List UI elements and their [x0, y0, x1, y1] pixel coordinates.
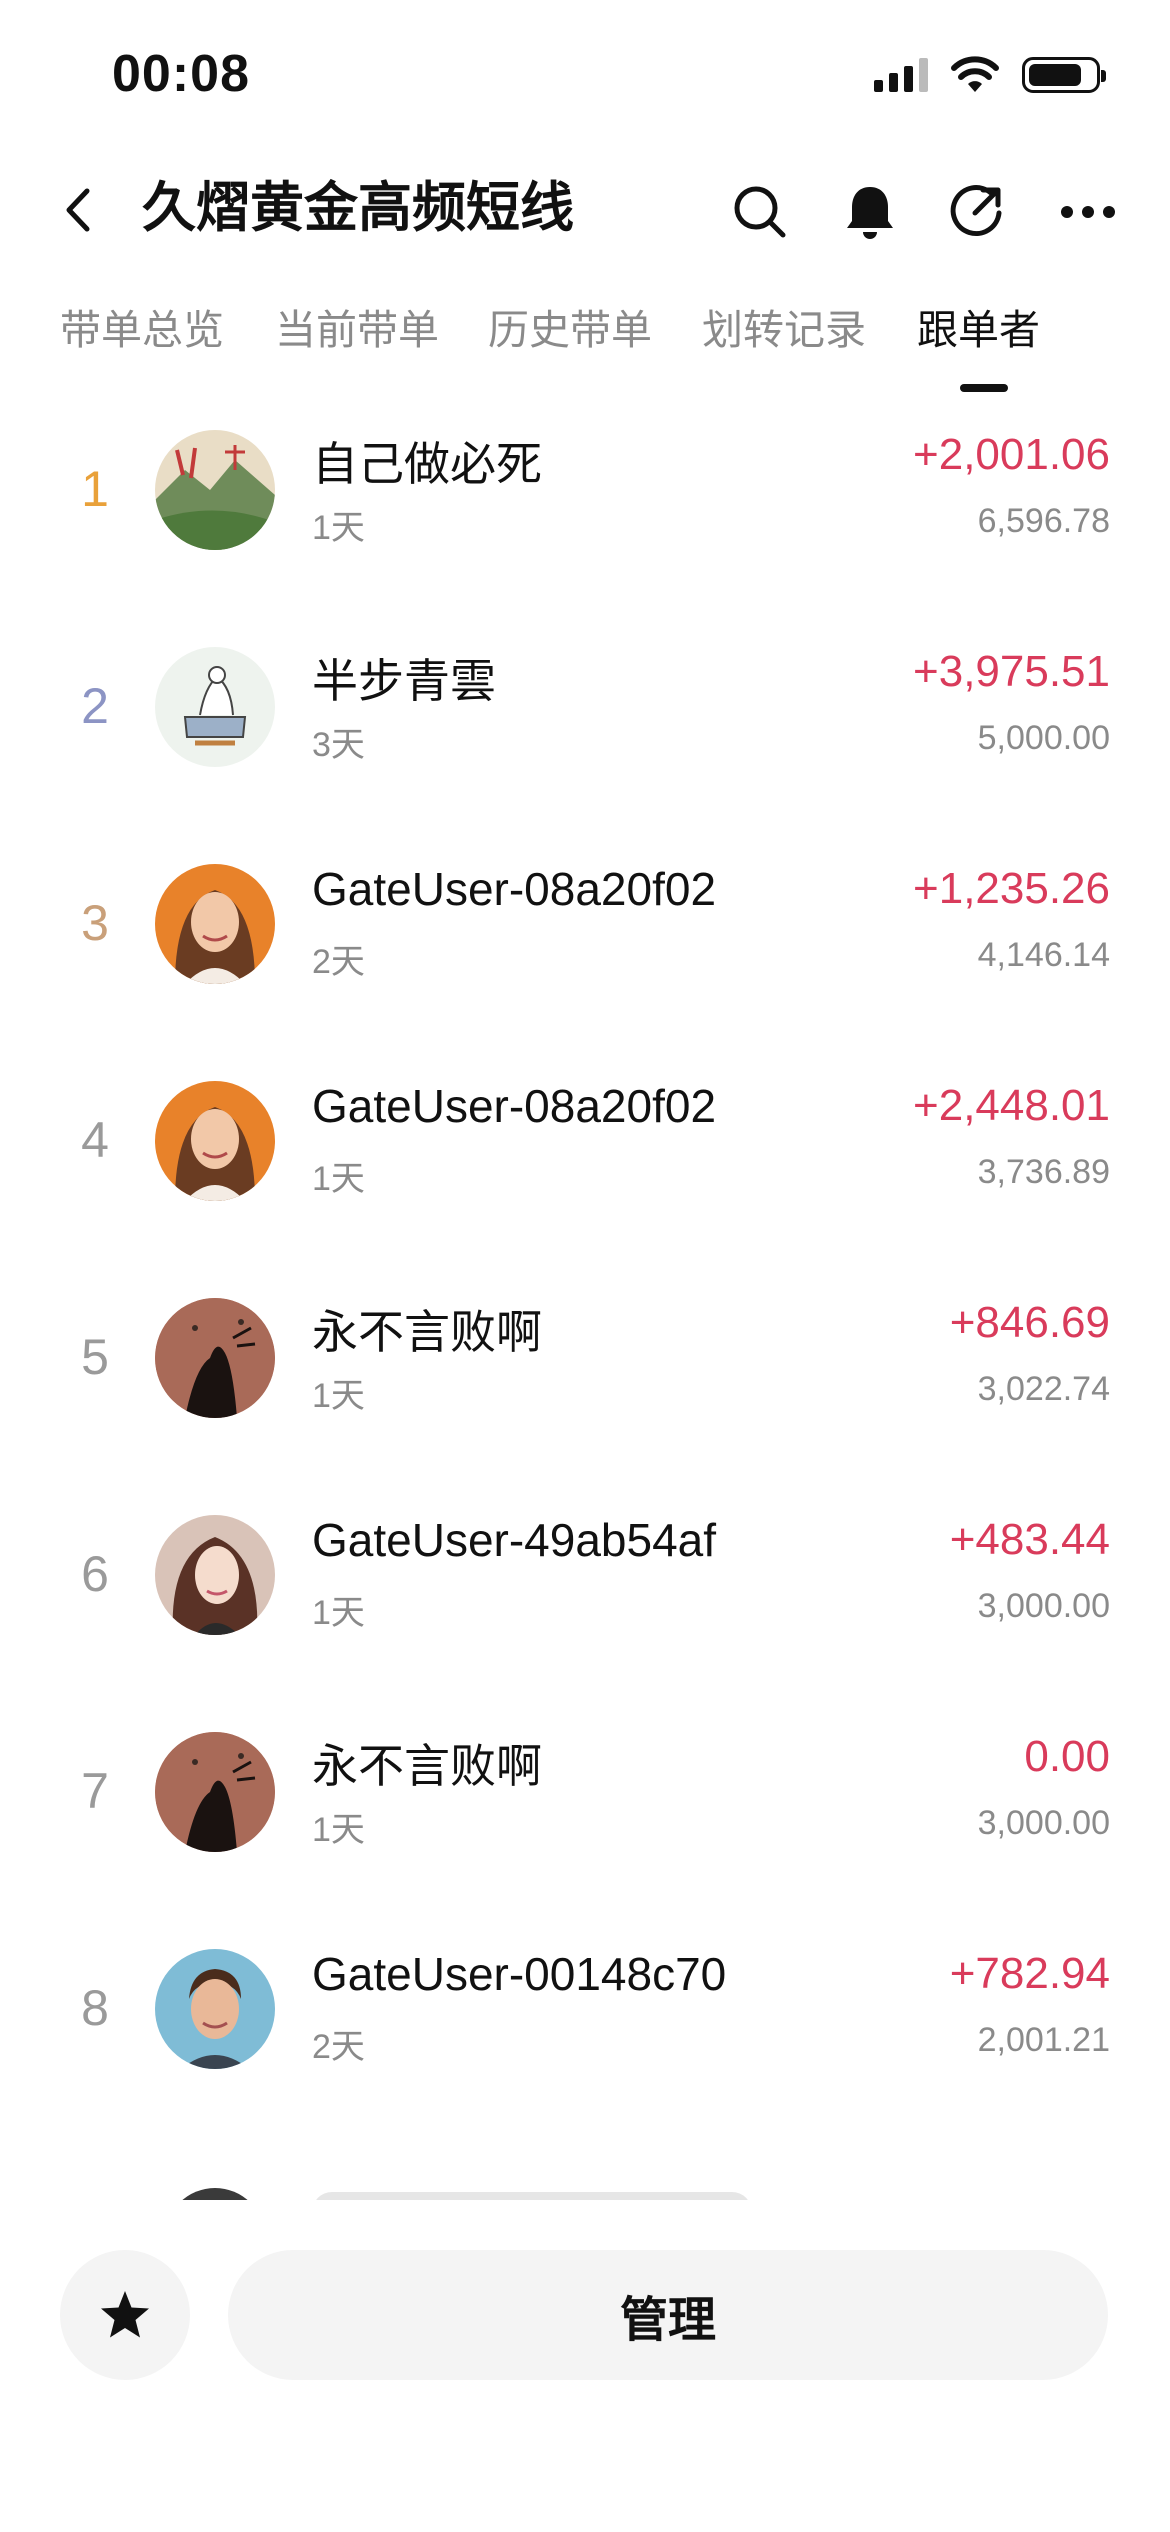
list-item[interactable]: 1 自己做必死 1天 +2,001.06 6,596.78	[0, 400, 1170, 600]
follow-amount: 5,000.00	[977, 719, 1110, 757]
follow-amount: 3,736.89	[977, 1153, 1110, 1191]
follower-name: 自己做必死	[312, 438, 542, 490]
follow-amount: 2,001.21	[977, 2021, 1110, 2059]
status-icons	[874, 56, 1106, 94]
girl-avatar	[155, 1515, 275, 1635]
follower-pnl: +846.69	[949, 1298, 1110, 1347]
follow-days: 1天	[312, 1160, 365, 1198]
share-icon	[950, 185, 1002, 236]
tab-overview[interactable]: 带单总览	[60, 300, 224, 360]
follower-name: 永不言败啊	[312, 1306, 542, 1358]
woman-avatar	[155, 1081, 275, 1201]
follow-days: 1天	[312, 1811, 365, 1849]
follower-pnl: +782.94	[949, 1949, 1110, 1998]
bottom-action-bar: 管理	[0, 2200, 1170, 2532]
list-item[interactable]: 7 永不言败啊 1天 0.00 3,000.00	[0, 1702, 1170, 1902]
more-icon	[1061, 206, 1115, 218]
favorite-button[interactable]	[60, 2250, 190, 2380]
notification-button[interactable]	[838, 180, 902, 244]
tab-followers[interactable]: 跟单者	[917, 300, 1040, 360]
rank: 1	[81, 461, 109, 517]
follower-name: 永不言败啊	[312, 1740, 542, 1792]
follow-amount: 4,146.14	[977, 936, 1110, 974]
tab-current[interactable]: 当前带单	[275, 300, 439, 360]
rank: 7	[81, 1763, 109, 1819]
rank: 3	[81, 895, 109, 951]
follow-days: 1天	[312, 1594, 365, 1632]
more-button[interactable]	[1056, 180, 1120, 244]
rank: 2	[81, 678, 109, 734]
silhouette-avatar	[155, 1298, 275, 1418]
search-icon	[734, 186, 786, 238]
follow-amount: 3,000.00	[977, 1587, 1110, 1625]
rank: 4	[81, 1112, 109, 1168]
follow-days: 1天	[312, 509, 365, 547]
page-title: 久熠黄金高频短线	[142, 178, 574, 238]
follow-days: 2天	[312, 943, 365, 981]
follower-pnl: +1,235.26	[913, 864, 1110, 913]
bell-icon	[847, 187, 893, 239]
status-time: 00:08	[112, 45, 250, 103]
follower-pnl: +2,448.01	[913, 1081, 1110, 1130]
search-button[interactable]	[728, 180, 792, 244]
follower-name: GateUser-08a20f02	[312, 1080, 717, 1132]
silhouette-avatar	[155, 1732, 275, 1852]
rank: 8	[81, 1980, 109, 2036]
follower-pnl: 0.00	[1024, 1732, 1110, 1781]
battery-icon	[1022, 57, 1106, 93]
follower-name: GateUser-00148c70	[312, 1948, 727, 2000]
follower-name: GateUser-49ab54af	[312, 1514, 717, 1566]
rank: 6	[81, 1546, 109, 1602]
cellular-signal-icon	[874, 58, 928, 92]
list-item[interactable]: 4 GateUser-08a20f02 1天 +2,448.01 3,736.8…	[0, 1051, 1170, 1251]
follower-name: GateUser-08a20f02	[312, 863, 717, 915]
header: 久熠黄金高频短线	[0, 150, 1170, 270]
tab-transfer-records[interactable]: 划转记录	[702, 300, 866, 360]
follower-name: 半步青雲	[312, 655, 496, 707]
status-bar: 00:08	[0, 0, 1170, 150]
tab-history[interactable]: 历史带单	[488, 300, 652, 360]
list-item[interactable]: 8 GateUser-00148c70 2天 +782.94 2,001.21	[0, 1919, 1170, 2119]
list-item[interactable]: 5 永不言败啊 1天 +846.69 3,022.74	[0, 1268, 1170, 1468]
follow-amount: 6,596.78	[977, 502, 1110, 540]
follower-pnl: +3,975.51	[913, 647, 1110, 696]
follow-days: 3天	[312, 726, 365, 764]
follower-pnl: +483.44	[949, 1515, 1110, 1564]
sketch-avatar	[155, 647, 275, 767]
list-item[interactable]: 6 GateUser-49ab54af 1天 +483.44 3,000.00	[0, 1485, 1170, 1685]
rank: 5	[81, 1329, 109, 1385]
follow-days: 2天	[312, 2028, 365, 2066]
back-button[interactable]	[48, 180, 108, 240]
landscape-avatar	[155, 430, 275, 550]
share-button[interactable]	[944, 180, 1008, 244]
man-avatar	[155, 1949, 275, 2069]
list-item[interactable]: 3 GateUser-08a20f02 2天 +1,235.26 4,146.1…	[0, 834, 1170, 1034]
wifi-icon	[951, 56, 999, 92]
list-item[interactable]: 2 半步青雲 3天 +3,975.51 5,000.00	[0, 617, 1170, 817]
follower-pnl: +2,001.06	[913, 430, 1110, 479]
manage-button[interactable]: 管理	[228, 2250, 1108, 2380]
chevron-left-icon	[66, 188, 90, 232]
tab-indicator	[960, 384, 1008, 392]
woman-avatar	[155, 864, 275, 984]
follow-amount: 3,022.74	[977, 1370, 1110, 1408]
star-icon	[101, 2291, 149, 2338]
follow-amount: 3,000.00	[977, 1804, 1110, 1842]
follow-days: 1天	[312, 1377, 365, 1415]
tab-bar: 带单总览 当前带单 历史带单 划转记录 跟单者	[0, 300, 1170, 392]
